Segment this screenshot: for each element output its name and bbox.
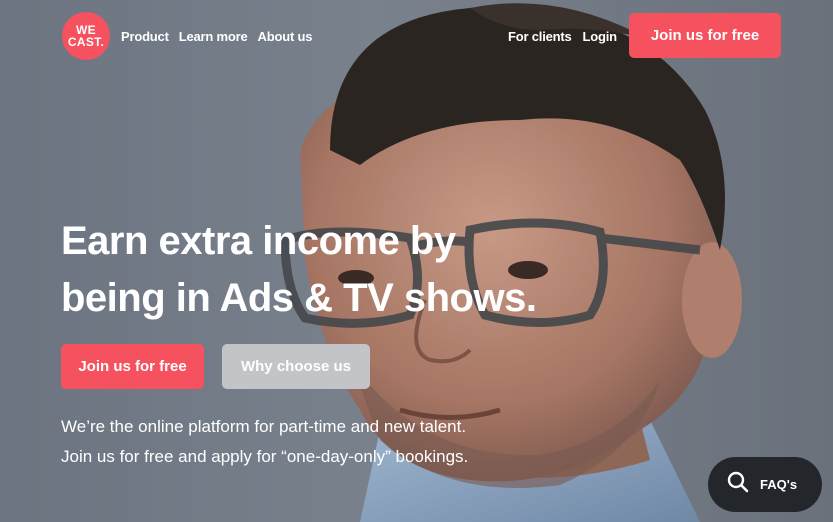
logo-line-2: CAST. (67, 35, 105, 49)
secondary-nav: For clients Login (508, 29, 617, 44)
hero-tagline: We’re the online platform for part-time … (61, 412, 581, 472)
hero-tagline-line-2: Join us for free and apply for “one-day-… (61, 447, 469, 466)
nav-login[interactable]: Login (583, 29, 618, 44)
nav-learn-more[interactable]: Learn more (179, 29, 248, 44)
join-free-button[interactable]: Join us for free (61, 344, 204, 389)
header-join-button[interactable]: Join us for free (629, 13, 781, 58)
why-choose-us-button[interactable]: Why choose us (222, 344, 370, 389)
faq-label: FAQ's (760, 477, 798, 492)
nav-product[interactable]: Product (121, 29, 169, 44)
faq-button[interactable]: FAQ's (708, 457, 822, 512)
primary-nav: Product Learn more About us (121, 29, 312, 44)
hero-headline-line-2: being in Ads & TV shows. (61, 276, 537, 320)
search-icon (726, 470, 750, 499)
hero-tagline-line-1: We’re the online platform for part-time … (61, 417, 467, 436)
hero-headline-line-1: Earn extra income by (61, 219, 456, 263)
wecast-logo[interactable]: WE CAST. (62, 12, 110, 60)
nav-for-clients[interactable]: For clients (508, 29, 572, 44)
nav-about-us[interactable]: About us (258, 29, 313, 44)
hero-headline: Earn extra income by being in Ads & TV s… (61, 213, 601, 327)
